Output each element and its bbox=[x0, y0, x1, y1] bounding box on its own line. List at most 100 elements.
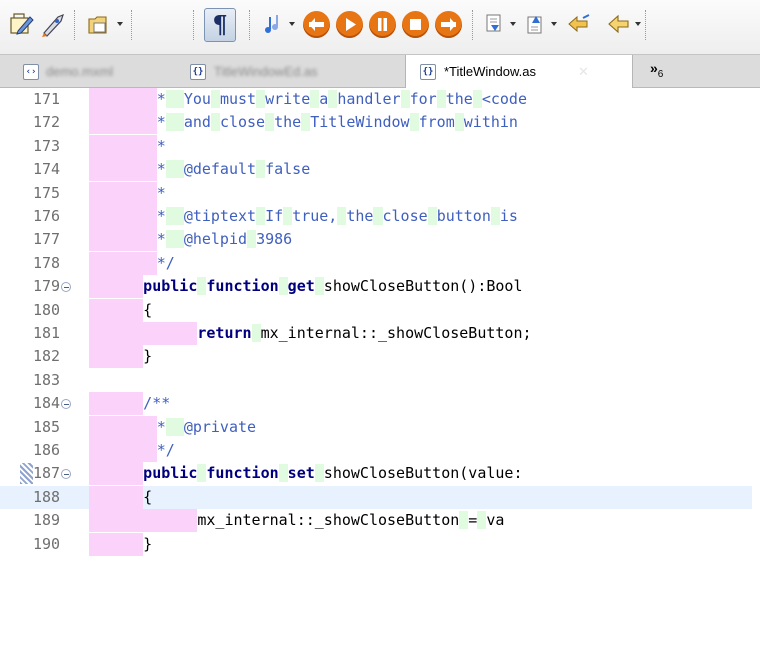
code-text: } bbox=[143, 534, 153, 553]
indent-highlight bbox=[89, 462, 144, 486]
code-line[interactable]: 172 * and close the TitleWindow from with… bbox=[0, 111, 760, 135]
code-line[interactable]: 185 * @private bbox=[0, 415, 760, 439]
code-text: public function get showCloseButton():Bo… bbox=[143, 277, 523, 296]
code-line[interactable]: 186 */ bbox=[0, 439, 760, 462]
line-number: 189 bbox=[33, 511, 61, 530]
code-line[interactable]: 184 /** bbox=[0, 392, 760, 416]
line-number: 190 bbox=[33, 534, 61, 553]
tab-overflow-button[interactable]: »6 bbox=[650, 60, 663, 83]
indent-highlight bbox=[89, 205, 157, 228]
indent-highlight bbox=[89, 111, 157, 135]
code-text: */ bbox=[156, 441, 175, 459]
run-icon[interactable] bbox=[40, 9, 66, 41]
folder-icon[interactable] bbox=[86, 9, 112, 41]
chevron-down-icon[interactable] bbox=[289, 22, 295, 26]
toolbar-separator bbox=[249, 10, 252, 40]
tab-titlewindow-as[interactable]: {} *TitleWindow.as ✕ bbox=[405, 55, 633, 89]
line-number: 180 bbox=[33, 300, 61, 319]
tab-label: *TitleWindow.as bbox=[444, 64, 536, 79]
indent-highlight bbox=[89, 485, 144, 509]
as-file-icon: {} bbox=[190, 64, 206, 80]
code-line[interactable]: 189 mx_internal::_showCloseButton = va bbox=[0, 509, 760, 533]
chevron-down-icon[interactable] bbox=[635, 22, 641, 26]
as-file-icon: {} bbox=[420, 64, 436, 80]
code-line[interactable]: 176 * @tiptext If true, the close button … bbox=[0, 205, 760, 228]
step-forward-icon[interactable] bbox=[435, 11, 462, 38]
show-whitespace-button[interactable]: ¶ bbox=[204, 8, 236, 42]
notes-icon[interactable] bbox=[262, 9, 286, 41]
code-text: mx_internal::_showCloseButton = va bbox=[197, 511, 505, 530]
code-text: * @tiptext If true, the close button is bbox=[156, 207, 518, 225]
overflow-count: 6 bbox=[657, 68, 664, 80]
line-number: 181 bbox=[33, 324, 61, 342]
tab-demo-mxml[interactable]: ‹› demo.mxml bbox=[12, 55, 162, 88]
next-annotation-icon[interactable] bbox=[483, 9, 507, 41]
code-editor[interactable]: 171 * You must write a handler for the <c… bbox=[0, 88, 760, 645]
line-number: 183 bbox=[33, 370, 61, 389]
open-editor-icon[interactable] bbox=[8, 9, 34, 41]
code-text: { bbox=[143, 487, 153, 506]
code-text: * @helpid 3986 bbox=[156, 230, 293, 249]
code-line[interactable]: 177 * @helpid 3986 bbox=[0, 228, 760, 252]
editor-right-edge bbox=[752, 88, 760, 645]
line-number: 184 bbox=[33, 394, 61, 413]
back-arrow-icon[interactable] bbox=[606, 9, 632, 41]
line-number: 182 bbox=[33, 347, 61, 366]
overflow-chevron-icon: » bbox=[650, 60, 658, 76]
code-line[interactable]: 182} bbox=[0, 345, 760, 369]
code-text: * bbox=[156, 183, 166, 202]
line-number: 179 bbox=[33, 277, 61, 296]
code-text: return mx_internal::_showCloseButton; bbox=[197, 324, 532, 342]
indent-highlight bbox=[89, 345, 144, 369]
indent-highlight bbox=[89, 439, 157, 462]
code-text: * You must write a handler for the <code bbox=[156, 90, 527, 108]
code-line[interactable]: 178 */ bbox=[0, 251, 760, 275]
step-back-icon[interactable] bbox=[303, 11, 330, 38]
indent-highlight bbox=[89, 532, 144, 556]
code-line[interactable]: 187 public function set showCloseButton(v… bbox=[0, 462, 760, 486]
code-text: public function set showCloseButton(valu… bbox=[143, 464, 523, 483]
code-line[interactable]: 188 { bbox=[0, 485, 760, 509]
code-line[interactable]: 180 { bbox=[0, 298, 760, 322]
chevron-down-icon[interactable] bbox=[117, 22, 123, 26]
stop-icon[interactable] bbox=[402, 11, 429, 38]
code-line[interactable]: 179 public function get showCloseButton()… bbox=[0, 275, 760, 299]
close-icon[interactable]: ✕ bbox=[578, 64, 589, 80]
fold-toggle-icon[interactable] bbox=[61, 399, 71, 410]
indent-highlight bbox=[89, 275, 144, 299]
toolbar-separator bbox=[131, 10, 134, 40]
code-text: */ bbox=[156, 253, 175, 272]
chevron-down-icon[interactable] bbox=[510, 22, 516, 26]
code-line[interactable]: 183 bbox=[0, 369, 760, 392]
code-line[interactable]: 175 * bbox=[0, 181, 760, 205]
line-number: 173 bbox=[33, 136, 61, 155]
last-edit-location-icon[interactable] bbox=[566, 9, 592, 41]
indent-highlight bbox=[89, 134, 157, 158]
code-text: * @default false bbox=[156, 160, 311, 179]
tab-titlewindowed-as[interactable]: {} TitleWindowEd.as bbox=[180, 55, 370, 88]
line-number: 176 bbox=[33, 207, 61, 225]
indent-highlight bbox=[89, 509, 198, 533]
code-line[interactable]: 181 return mx_internal::_showCloseButton; bbox=[0, 322, 760, 345]
code-line[interactable]: 190} bbox=[0, 532, 760, 556]
pause-icon[interactable] bbox=[369, 11, 396, 38]
code-line[interactable]: 173 * bbox=[0, 134, 760, 158]
play-icon[interactable] bbox=[336, 11, 363, 38]
fold-toggle-icon[interactable] bbox=[61, 282, 71, 293]
toolbar-separator bbox=[74, 10, 77, 40]
code-line[interactable]: 174 * @default false bbox=[0, 158, 760, 182]
chevron-down-icon[interactable] bbox=[551, 22, 557, 26]
fold-toggle-icon[interactable] bbox=[61, 469, 71, 480]
code-text: { bbox=[143, 300, 153, 319]
indent-highlight bbox=[89, 392, 144, 416]
line-number: 178 bbox=[33, 253, 61, 272]
indent-highlight bbox=[89, 251, 157, 275]
occurrence-marker-icon[interactable] bbox=[20, 463, 33, 485]
line-number: 174 bbox=[33, 160, 61, 179]
code-line[interactable]: 171 * You must write a handler for the <c… bbox=[0, 88, 760, 111]
previous-annotation-icon[interactable] bbox=[524, 9, 548, 41]
line-number: 172 bbox=[33, 113, 61, 132]
line-number: 177 bbox=[33, 230, 61, 249]
line-number: 188 bbox=[33, 487, 61, 506]
code-text: * @private bbox=[156, 417, 257, 436]
